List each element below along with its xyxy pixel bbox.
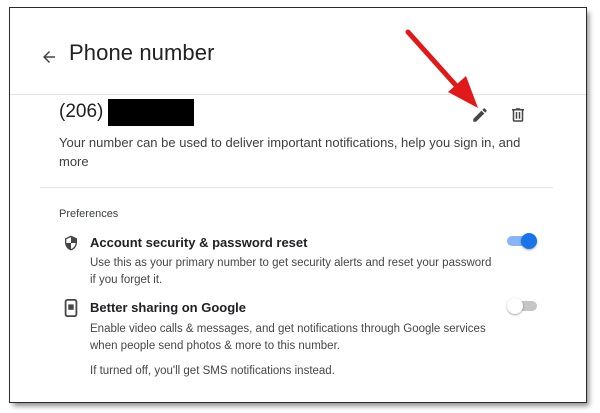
- preferences-heading: Preferences: [59, 208, 119, 220]
- toggle-thumb: [521, 233, 537, 249]
- toggle-thumb: [507, 298, 523, 314]
- redacted-phone-digits: [108, 98, 195, 126]
- pref-desc-account-security: Use this as your primary number to get s…: [90, 257, 492, 286]
- toggle-account-security[interactable]: [507, 233, 537, 249]
- section-divider: [40, 187, 553, 188]
- edit-phone-button[interactable]: [468, 103, 492, 127]
- sms-footnote: If turned off, you'll get SMS notificati…: [90, 365, 335, 377]
- arrow-back-icon: [43, 51, 55, 63]
- phone-device-icon: [62, 299, 80, 317]
- trash-icon: [512, 108, 524, 122]
- pref-desc-better-sharing: Enable video calls & messages, and get n…: [90, 323, 486, 352]
- page-header: Phone number: [10, 8, 586, 95]
- phone-area-code: (206): [59, 101, 104, 122]
- phone-number-display: (206): [59, 97, 195, 127]
- pref-title-better-sharing: Better sharing on Google: [90, 300, 247, 315]
- shield-icon: [62, 234, 80, 252]
- settings-panel: Phone number (206) Your number can be us…: [10, 8, 586, 402]
- toggle-better-sharing[interactable]: [507, 298, 537, 314]
- phone-usage-description: Your number can be used to deliver impor…: [59, 135, 521, 169]
- pencil-icon: [473, 108, 487, 122]
- delete-phone-button[interactable]: [506, 103, 530, 127]
- pref-title-account-security: Account security & password reset: [90, 235, 308, 250]
- page-title: Phone number: [69, 40, 215, 65]
- back-button[interactable]: [38, 46, 60, 68]
